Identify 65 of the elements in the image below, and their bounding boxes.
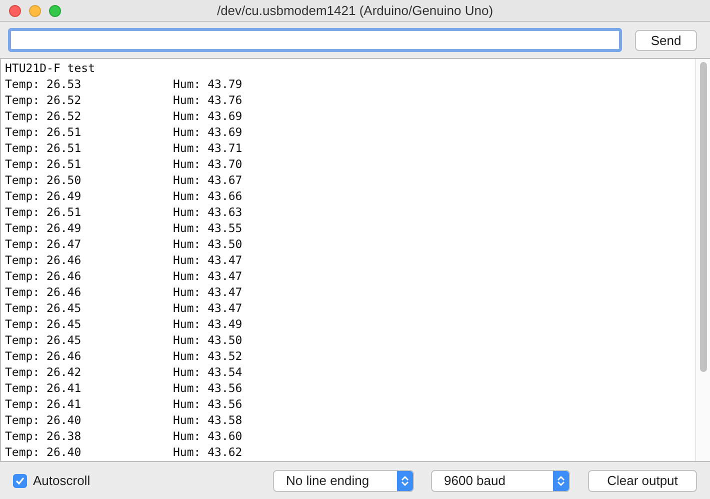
temperature-reading: Temp: 26.51 (5, 125, 82, 139)
stepper-icon (553, 470, 569, 490)
temperature-reading: Temp: 26.38 (5, 429, 82, 443)
humidity-reading: Hum: 43.49 (173, 316, 242, 332)
temperature-reading: Temp: 26.46 (5, 253, 82, 267)
humidity-reading: Hum: 43.56 (173, 396, 242, 412)
scrollbar-thumb[interactable] (700, 62, 706, 372)
temperature-reading: Temp: 26.41 (5, 397, 82, 411)
humidity-reading: Hum: 43.66 (173, 188, 242, 204)
minimize-icon[interactable] (29, 5, 41, 17)
send-button[interactable]: Send (635, 30, 697, 50)
humidity-reading: Hum: 43.50 (173, 236, 242, 252)
temperature-reading: Temp: 26.42 (5, 365, 82, 379)
input-field[interactable] (8, 28, 622, 52)
humidity-reading: Hum: 43.47 (173, 252, 242, 268)
temperature-reading: Temp: 26.41 (5, 381, 82, 395)
humidity-reading: Hum: 43.67 (173, 172, 242, 188)
humidity-reading: Hum: 43.62 (173, 444, 242, 460)
humidity-reading: Hum: 43.60 (173, 428, 242, 444)
humidity-reading: Hum: 43.50 (173, 332, 242, 348)
humidity-reading: Hum: 43.47 (173, 300, 242, 316)
temperature-reading: Temp: 26.40 (5, 413, 82, 427)
stepper-icon (397, 470, 413, 490)
temperature-reading: Temp: 26.46 (5, 269, 82, 283)
autoscroll-label: Autoscroll (33, 472, 90, 490)
temperature-reading: Temp: 26.46 (5, 349, 82, 363)
window-title: /dev/cu.usbmodem1421 (Arduino/Genuino Uno) (216, 2, 494, 20)
zoom-icon[interactable] (49, 5, 61, 17)
temperature-reading: Temp: 26.52 (5, 109, 82, 123)
temperature-reading: Temp: 26.51 (5, 205, 82, 219)
humidity-reading: Hum: 43.56 (173, 380, 242, 396)
temperature-reading: Temp: 26.46 (5, 285, 82, 299)
humidity-reading: Hum: 43.76 (173, 92, 242, 108)
temperature-reading: Temp: 26.52 (5, 93, 82, 107)
close-icon[interactable] (9, 5, 21, 17)
humidity-reading: Hum: 43.70 (173, 156, 242, 172)
temperature-reading: Temp: 26.45 (5, 301, 82, 315)
humidity-reading: Hum: 43.63 (173, 204, 242, 220)
line-ending-dropdown[interactable]: No line ending (273, 470, 414, 492)
temperature-reading: Temp: 26.50 (5, 173, 82, 187)
humidity-reading: Hum: 43.79 (173, 76, 242, 92)
temperature-reading: Temp: 26.53 (5, 77, 82, 91)
temperature-reading: Temp: 26.47 (5, 237, 82, 251)
output-line: HTU21D-F test (5, 60, 96, 76)
humidity-reading: Hum: 43.54 (173, 364, 242, 380)
humidity-reading: Hum: 43.69 (173, 108, 242, 124)
humidity-reading: Hum: 43.55 (173, 220, 242, 236)
temperature-reading: Temp: 26.51 (5, 157, 82, 171)
humidity-reading: Hum: 43.52 (173, 348, 242, 364)
humidity-reading: Hum: 43.47 (173, 284, 242, 300)
scrollbar[interactable] (695, 59, 710, 461)
baud-dropdown[interactable]: 9600 baud (431, 470, 570, 492)
humidity-reading: Hum: 43.71 (173, 140, 242, 156)
autoscroll-checkbox[interactable] (13, 474, 27, 488)
temperature-reading: Temp: 26.45 (5, 317, 82, 331)
temperature-reading: Temp: 26.45 (5, 333, 82, 347)
checkmark-icon (15, 476, 25, 486)
clear-output-button[interactable]: Clear output (588, 470, 697, 492)
humidity-reading: Hum: 43.69 (173, 124, 242, 140)
humidity-reading: Hum: 43.47 (173, 268, 242, 284)
temperature-reading: Temp: 26.40 (5, 445, 82, 459)
temperature-reading: Temp: 26.49 (5, 221, 82, 235)
temperature-reading: Temp: 26.51 (5, 141, 82, 155)
humidity-reading: Hum: 43.58 (173, 412, 242, 428)
temperature-reading: Temp: 26.49 (5, 189, 82, 203)
